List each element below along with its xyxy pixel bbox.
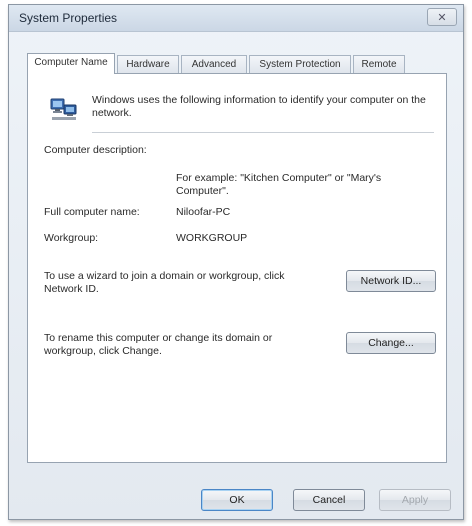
tab-hardware[interactable]: Hardware [117, 55, 179, 73]
apply-button[interactable]: Apply [379, 489, 451, 511]
title-bar[interactable]: System Properties ✕ [9, 5, 463, 32]
close-button[interactable]: ✕ [427, 8, 457, 26]
cancel-button[interactable]: Cancel [293, 489, 365, 511]
full-name-value: Niloofar-PC [176, 206, 231, 218]
workgroup-label: Workgroup: [44, 232, 99, 244]
computer-description-hint: For example: "Kitchen Computer" or "Mary… [176, 172, 382, 197]
network-id-description: To use a wizard to join a domain or work… [44, 270, 285, 295]
tab-strip: Computer Name Hardware Advanced System P… [27, 53, 419, 74]
computer-network-icon [50, 96, 78, 122]
intro-text: Windows uses the following information t… [92, 94, 426, 119]
window-title: System Properties [19, 11, 118, 25]
network-id-button[interactable]: Network ID... [346, 270, 436, 292]
system-properties-dialog: System Properties ✕ Computer Name Hardwa… [8, 4, 464, 520]
divider [92, 132, 434, 133]
change-description: To rename this computer or change its do… [44, 332, 273, 357]
change-button[interactable]: Change... [346, 332, 436, 354]
tab-advanced[interactable]: Advanced [181, 55, 247, 73]
computer-description-label: Computer description: [44, 144, 147, 156]
computer-name-panel: Windows uses the following information t… [27, 73, 447, 463]
tab-computer-name[interactable]: Computer Name [27, 53, 115, 74]
tab-remote[interactable]: Remote [353, 55, 405, 73]
close-icon: ✕ [437, 12, 447, 24]
workgroup-value: WORKGROUP [176, 232, 248, 244]
ok-button[interactable]: OK [201, 489, 273, 511]
full-name-label: Full computer name: [44, 206, 140, 218]
tab-system-protection[interactable]: System Protection [249, 55, 351, 73]
